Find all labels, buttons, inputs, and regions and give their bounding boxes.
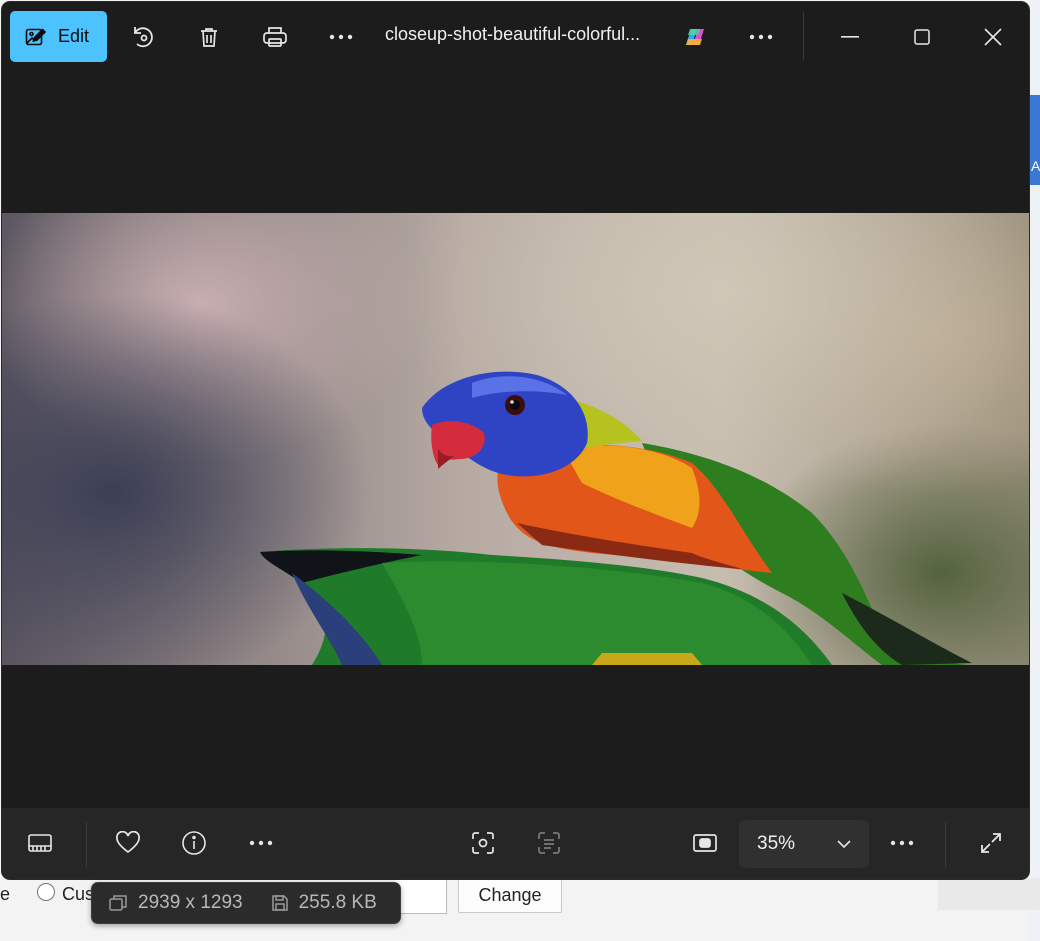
more-icon	[248, 840, 274, 846]
bottom-toolbar: 35%	[2, 808, 1029, 879]
rotate-button[interactable]	[119, 13, 167, 61]
file-size: 255.8 KB	[298, 892, 377, 913]
more-icon	[889, 840, 915, 846]
edit-button[interactable]: Edit	[10, 11, 107, 62]
zoom-level: 35%	[757, 833, 796, 854]
dimensions-icon	[108, 894, 128, 912]
file-title: closeup-shot-beautiful-colorful...	[385, 24, 641, 44]
maximize-button[interactable]	[898, 13, 946, 61]
visual-search-button[interactable]	[459, 819, 507, 867]
minimize-icon	[841, 36, 859, 38]
print-icon	[262, 25, 288, 49]
more-options-button[interactable]	[317, 13, 365, 61]
change-button[interactable]: Change	[458, 877, 562, 913]
text-scan-icon	[536, 830, 562, 856]
bottom-divider-right	[945, 822, 946, 868]
image-dimensions: 2939 x 1293	[138, 892, 243, 913]
photo-viewer-window: Edit closeup-shot-beautiful-colorful... …	[2, 2, 1029, 879]
image-edit-icon	[24, 25, 48, 49]
filmstrip-icon	[27, 832, 53, 854]
close-icon	[984, 28, 1002, 46]
copilot-button[interactable]	[671, 13, 719, 61]
more-icon	[748, 34, 774, 40]
bottom-more-button[interactable]	[237, 819, 285, 867]
more-icon	[328, 34, 354, 40]
visual-search-icon	[470, 830, 496, 856]
file-info-tooltip: 2939 x 1293 255.8 KB	[91, 882, 401, 924]
minimize-button[interactable]	[826, 13, 874, 61]
chevron-down-icon	[837, 840, 851, 848]
maximize-icon	[914, 29, 930, 45]
top-toolbar: Edit closeup-shot-beautiful-colorful...	[2, 2, 1029, 70]
favorite-button[interactable]	[104, 819, 152, 867]
heart-icon	[115, 831, 141, 855]
trash-icon	[197, 25, 221, 49]
fit-to-window-icon	[692, 832, 718, 854]
print-button[interactable]	[251, 13, 299, 61]
background-input[interactable]	[395, 878, 447, 914]
window-more-button[interactable]	[737, 13, 785, 61]
zoom-dropdown[interactable]: 35%	[739, 820, 869, 868]
info-icon	[181, 830, 207, 856]
background-partial-text: e	[0, 884, 11, 904]
fit-to-window-button[interactable]	[681, 819, 729, 867]
background-radio-label: Cus	[62, 884, 95, 904]
delete-button[interactable]	[185, 13, 233, 61]
background-radio[interactable]	[37, 883, 55, 901]
copilot-icon	[682, 25, 708, 49]
photo-canvas[interactable]	[2, 213, 1029, 665]
lorikeet-photo	[260, 371, 972, 665]
disk-icon	[271, 894, 289, 912]
close-button[interactable]	[969, 13, 1017, 61]
toolbar-divider	[803, 12, 804, 60]
edit-label: Edit	[58, 26, 90, 46]
file-info-button[interactable]	[170, 819, 218, 867]
fullscreen-icon	[979, 831, 1003, 855]
filmstrip-button[interactable]	[16, 819, 64, 867]
background-blue-letter: A	[1031, 158, 1040, 174]
background-panel	[938, 878, 1040, 910]
rotate-icon	[130, 24, 156, 50]
bottom-divider-left	[86, 822, 87, 868]
scan-text-button[interactable]	[525, 819, 573, 867]
fullscreen-button[interactable]	[967, 819, 1015, 867]
zoom-more-button[interactable]	[878, 819, 926, 867]
